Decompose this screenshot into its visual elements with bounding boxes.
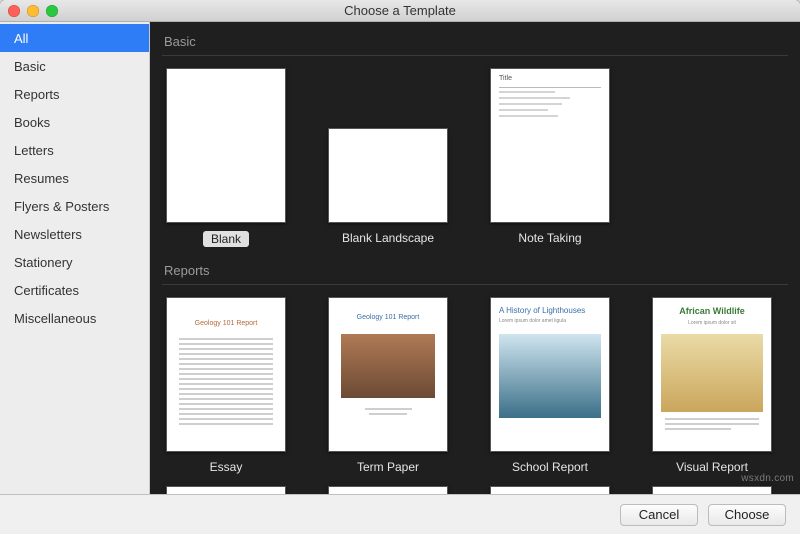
doc-title: African Wildlife	[653, 306, 771, 316]
doc-subtitle: Lorem ipsum dolor amet ligula	[499, 318, 566, 324]
sidebar-item-flyers[interactable]: Flyers & Posters	[0, 192, 149, 220]
template-thumb-school-report: A History of Lighthouses Lorem ipsum dol…	[490, 297, 610, 452]
template-thumb-note-taking: Title	[490, 68, 610, 223]
template-label: Term Paper	[357, 460, 419, 474]
doc-title: A History of Lighthouses	[499, 306, 585, 315]
template-thumb-term-paper: Geology 101 Report	[328, 297, 448, 452]
doc-title: Title	[499, 75, 512, 82]
template-term-paper[interactable]: Geology 101 Report Term Paper	[328, 297, 448, 474]
template-label: Visual Report	[676, 460, 748, 474]
cancel-button[interactable]: Cancel	[620, 504, 698, 526]
template-essay[interactable]: Geology 101 Report Essay	[166, 297, 286, 474]
template-blank[interactable]: Blank	[166, 68, 286, 247]
template-label: Blank Landscape	[342, 231, 434, 245]
template-label: Note Taking	[518, 231, 581, 245]
titlebar: Choose a Template	[0, 0, 800, 22]
section-basic: Basic Blank Blank Landscape Title	[162, 30, 788, 247]
sidebar-item-certificates[interactable]: Certificates	[0, 276, 149, 304]
sidebar-item-stationery[interactable]: Stationery	[0, 248, 149, 276]
template-gallery[interactable]: Basic Blank Blank Landscape Title	[150, 22, 800, 494]
doc-title: Geology 101 Report	[167, 320, 285, 327]
sidebar-item-letters[interactable]: Letters	[0, 136, 149, 164]
template-thumb-blank-landscape	[328, 128, 448, 223]
section-header-reports: Reports	[162, 259, 788, 285]
window-title: Choose a Template	[0, 3, 800, 18]
photo-icon	[661, 334, 763, 412]
sidebar-item-resumes[interactable]: Resumes	[0, 164, 149, 192]
sidebar-item-miscellaneous[interactable]: Miscellaneous	[0, 304, 149, 332]
section-reports-continued	[162, 486, 788, 494]
template-thumb-visual-report: African Wildlife Lorem ipsum dolor sit	[652, 297, 772, 452]
template-thumb-blank	[166, 68, 286, 223]
template-item[interactable]	[328, 486, 448, 494]
doc-title: Geology 101 Report	[329, 314, 447, 321]
sidebar-item-basic[interactable]: Basic	[0, 52, 149, 80]
close-window-button[interactable]	[8, 5, 20, 17]
category-sidebar: All Basic Reports Books Letters Resumes …	[0, 22, 150, 494]
sidebar-item-all[interactable]: All	[0, 24, 149, 52]
sidebar-item-books[interactable]: Books	[0, 108, 149, 136]
template-label: School Report	[512, 460, 588, 474]
template-note-taking[interactable]: Title Note Taking	[490, 68, 610, 247]
minimize-window-button[interactable]	[27, 5, 39, 17]
zoom-window-button[interactable]	[46, 5, 58, 17]
doc-subtitle: Lorem ipsum dolor sit	[653, 320, 771, 326]
dialog-footer: Cancel Choose	[0, 494, 800, 534]
photo-icon	[499, 334, 601, 418]
sidebar-item-newsletters[interactable]: Newsletters	[0, 220, 149, 248]
template-item[interactable]	[490, 486, 610, 494]
template-item[interactable]	[652, 486, 772, 494]
choose-button[interactable]: Choose	[708, 504, 786, 526]
template-thumb-essay: Geology 101 Report	[166, 297, 286, 452]
template-visual-report[interactable]: African Wildlife Lorem ipsum dolor sit V…	[652, 297, 772, 474]
photo-icon	[341, 334, 435, 398]
template-item[interactable]	[166, 486, 286, 494]
section-header-basic: Basic	[162, 30, 788, 56]
template-label: Blank	[203, 231, 249, 247]
template-blank-landscape[interactable]: Blank Landscape	[328, 68, 448, 247]
template-label: Essay	[210, 460, 243, 474]
sidebar-item-reports[interactable]: Reports	[0, 80, 149, 108]
section-reports: Reports Geology 101 Report Ess	[162, 259, 788, 474]
template-school-report[interactable]: A History of Lighthouses Lorem ipsum dol…	[490, 297, 610, 474]
